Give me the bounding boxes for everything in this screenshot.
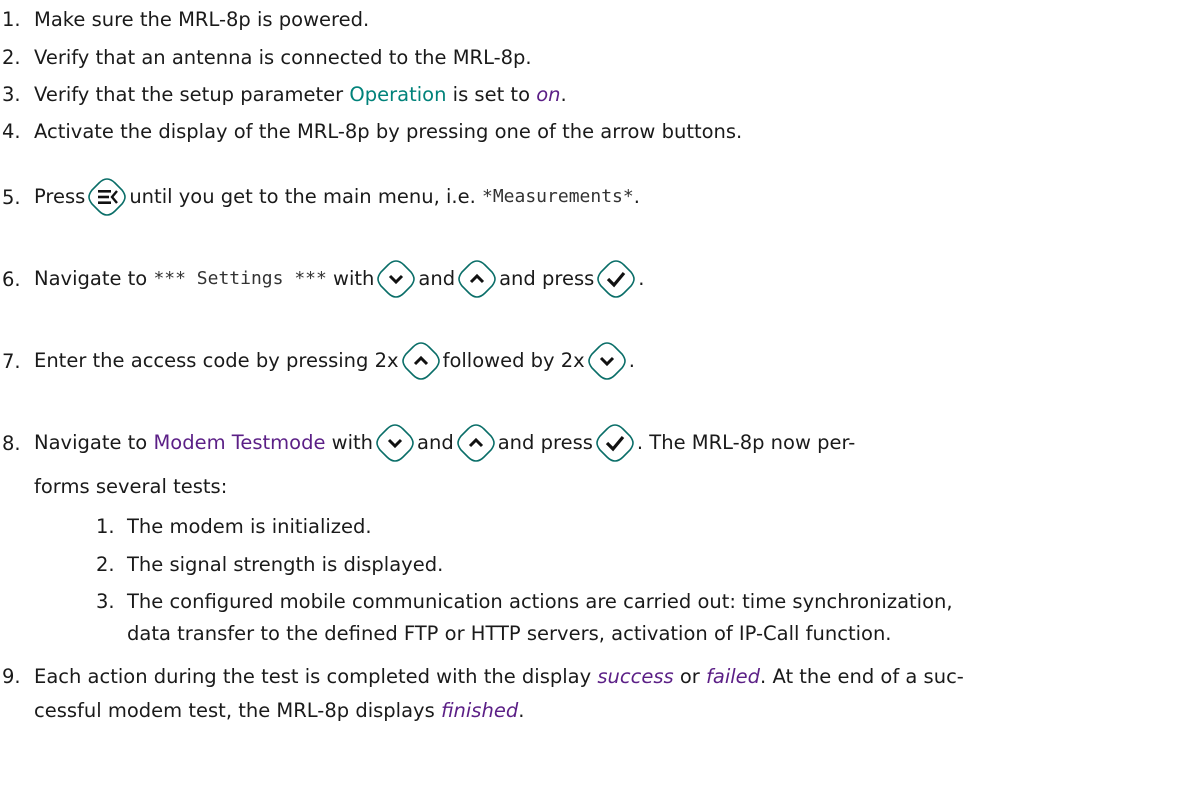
chevron-down-icon bbox=[375, 423, 415, 463]
chevron-up-icon bbox=[401, 341, 441, 381]
menu-item-modem-testmode: Modem Testmode bbox=[153, 431, 326, 454]
menu-label-settings: *** Settings *** bbox=[153, 268, 327, 289]
status-failed: failed bbox=[706, 665, 761, 688]
status-success: success bbox=[597, 665, 674, 688]
chevron-up-icon bbox=[457, 259, 497, 299]
chevron-up-icon bbox=[456, 423, 496, 463]
status-finished: finished bbox=[440, 699, 519, 722]
menu-back-icon bbox=[87, 177, 127, 217]
checkmark-icon bbox=[595, 423, 635, 463]
parameter-operation: Operation bbox=[349, 83, 447, 106]
chevron-down-icon bbox=[376, 259, 416, 299]
menu-label-measurements: *Measurements* bbox=[482, 186, 634, 207]
chevron-down-icon bbox=[587, 341, 627, 381]
value-on: on bbox=[536, 83, 561, 106]
document-page: 1. Make sure the MRL-8p is powered. 2. V… bbox=[2, 8, 964, 722]
checkmark-icon bbox=[596, 259, 636, 299]
